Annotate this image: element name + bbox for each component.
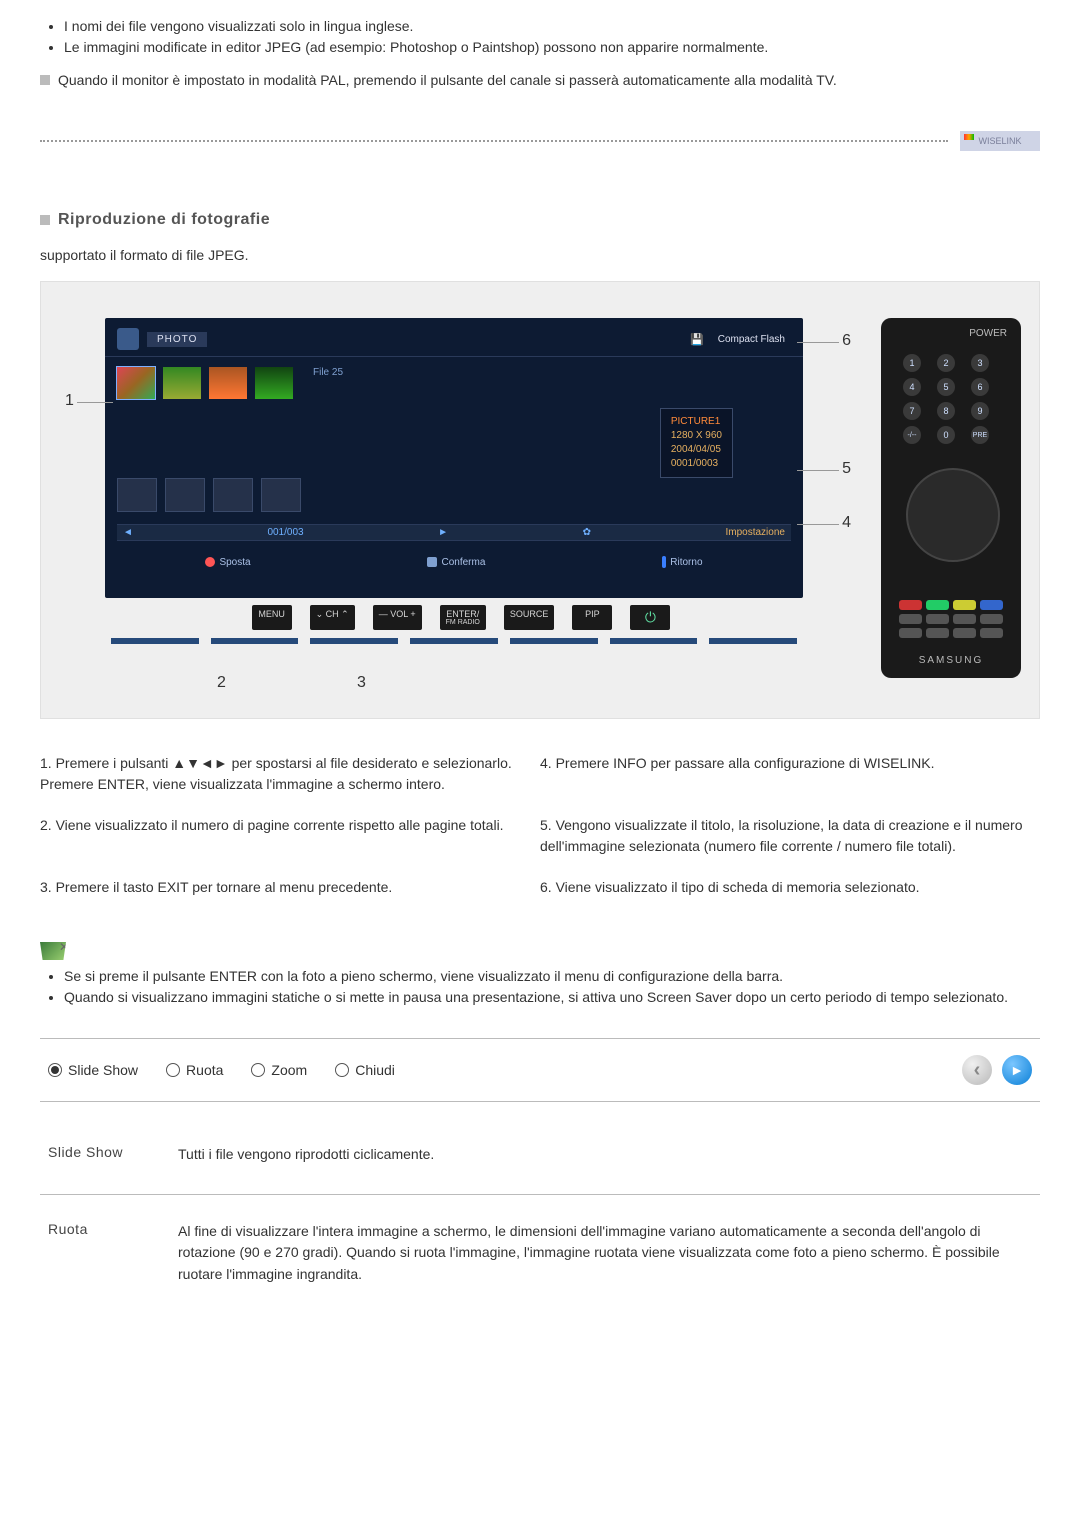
- pal-note-text: Quando il monitor è impostato in modalit…: [58, 70, 837, 91]
- info-resolution: 1280 X 960: [671, 429, 722, 443]
- remote-brand: SAMSUNG: [881, 655, 1021, 666]
- app-icon: [117, 328, 139, 350]
- callout-4: 4: [842, 514, 851, 532]
- thumbnail-empty: [117, 478, 157, 512]
- option-chiudi[interactable]: Chiudi: [335, 1062, 395, 1078]
- option-slide-show[interactable]: Slide Show: [48, 1062, 138, 1078]
- callout-1: 1: [65, 392, 74, 410]
- remote-button-row: MENU ⌄ CH ⌃ — VOL + ENTER/FM RADIO SOURC…: [59, 605, 863, 630]
- thumbnail-empty: [213, 478, 253, 512]
- square-bullet-icon: [40, 75, 50, 85]
- gear-icon: ✿: [583, 527, 591, 538]
- remote-source: SOURCE: [504, 605, 555, 630]
- remote-pip: PIP: [572, 605, 612, 630]
- remote-vol: — VOL +: [373, 605, 422, 630]
- definition-term: Ruota: [48, 1221, 178, 1286]
- remote-power-icon: ⏻: [630, 605, 670, 630]
- info-date: 2004/04/05: [671, 443, 722, 457]
- section-heading: Riproduzione di fotografie: [40, 211, 1040, 229]
- wiselink-chip-label: WISELINK: [978, 136, 1021, 146]
- confirm-icon: [427, 557, 437, 567]
- options-bar: Slide Show Ruota Zoom Chiudi ‹: [40, 1038, 1040, 1102]
- option-label: Zoom: [271, 1062, 307, 1078]
- control-conferma: Conferma: [441, 557, 485, 568]
- remote-power-label: POWER: [969, 328, 1007, 339]
- instruction-6: 6. Viene visualizzato il tipo di scheda …: [540, 871, 1040, 912]
- option-ruota[interactable]: Ruota: [166, 1062, 223, 1078]
- page-settings-label: Impostazione: [725, 527, 784, 538]
- option-label: Slide Show: [68, 1062, 138, 1078]
- thumbnail: [255, 367, 293, 399]
- definition-desc: Tutti i file vengono riprodotti ciclicam…: [178, 1144, 1032, 1166]
- mid-note-2: Quando si visualizzano immagini statiche…: [64, 987, 1040, 1008]
- folder-label: File 25: [313, 367, 343, 378]
- control-sposta: Sposta: [219, 557, 250, 568]
- remote-ch-down: ⌄ CH ⌃: [310, 605, 355, 630]
- definition-desc: Al fine di visualizzare l'intera immagin…: [178, 1221, 1032, 1286]
- figure-photo-browser: PHOTO 💾 Compact Flash File 25: [40, 281, 1040, 719]
- callout-2: 2: [217, 674, 226, 692]
- remote-menu: MENU: [252, 605, 292, 630]
- mid-note-1: Se si preme il pulsante ENTER con la fot…: [64, 966, 1040, 987]
- tv-screenshot: PHOTO 💾 Compact Flash File 25: [59, 300, 863, 700]
- radio-icon: [251, 1063, 265, 1077]
- instructions-table: 1. Premere i pulsanti ▲▼◄► per spostarsi…: [40, 747, 1040, 912]
- definition-term: Slide Show: [48, 1144, 178, 1166]
- dotted-line-icon: [40, 140, 948, 143]
- callout-3: 3: [357, 674, 366, 692]
- page-counter: 001/003: [267, 527, 303, 538]
- thumbnail: [117, 367, 155, 399]
- wiselink-chip: WISELINK: [960, 131, 1040, 151]
- instruction-4: 4. Premere INFO per passare alla configu…: [540, 747, 1040, 809]
- pal-note: Quando il monitor è impostato in modalit…: [40, 70, 1040, 91]
- instruction-1: 1. Premere i pulsanti ▲▼◄► per spostarsi…: [40, 747, 540, 809]
- control-ritorno: Ritorno: [670, 557, 702, 568]
- instruction-2: 2. Viene visualizzato il numero di pagin…: [40, 809, 540, 871]
- instruction-5: 5. Vengono visualizzate il titolo, la ri…: [540, 809, 1040, 871]
- move-icon: [205, 557, 215, 567]
- thumbnail: [163, 367, 201, 399]
- callout-6: 6: [842, 332, 851, 350]
- option-label: Chiudi: [355, 1062, 395, 1078]
- thumbnail: [209, 367, 247, 399]
- photo-info-box: PICTURE1 1280 X 960 2004/04/05 0001/0003: [660, 408, 733, 478]
- prev-button[interactable]: ‹: [962, 1055, 992, 1085]
- square-bullet-icon: [40, 215, 50, 225]
- mid-notes: Se si preme il pulsante ENTER con la fot…: [40, 942, 1040, 1008]
- top-note-2: Le immagini modificate in editor JPEG (a…: [64, 37, 1040, 58]
- return-icon: [662, 556, 666, 568]
- chevron-left-icon: ‹: [974, 1059, 981, 1082]
- top-note-1: I nomi dei file vengono visualizzati sol…: [64, 16, 1040, 37]
- remote-control-illustration: POWER 123 456 789 -/--0PRE SAMSUNG: [881, 318, 1021, 678]
- hint-strip: [105, 638, 803, 646]
- instruction-3: 3. Premere il tasto EXIT per tornare al …: [40, 871, 540, 912]
- top-notes-list: I nomi dei file vengono visualizzati sol…: [40, 16, 1040, 58]
- section-subheading: supportato il formato di file JPEG.: [40, 247, 1040, 263]
- thumbnail-empty: [261, 478, 301, 512]
- info-index: 0001/0003: [671, 457, 722, 471]
- media-label: Compact Flash: [712, 332, 791, 347]
- radio-icon: [48, 1063, 62, 1077]
- definition-ruota: Ruota Al fine di visualizzare l'intera i…: [40, 1205, 1040, 1314]
- note-banner-icon: [40, 942, 66, 960]
- page-prev-icon: ◄: [123, 527, 133, 538]
- page-next-icon: ►: [438, 527, 448, 538]
- thumbnail-empty: [165, 478, 205, 512]
- media-icon: 💾: [690, 333, 704, 346]
- option-label: Ruota: [186, 1062, 223, 1078]
- option-zoom[interactable]: Zoom: [251, 1062, 307, 1078]
- remote-dpad-icon: [906, 468, 1000, 562]
- divider-bar: WISELINK: [40, 131, 1040, 151]
- info-name: PICTURE1: [671, 415, 722, 429]
- photo-label: PHOTO: [147, 332, 207, 347]
- next-button[interactable]: [1002, 1055, 1032, 1085]
- definition-slide-show: Slide Show Tutti i file vengono riprodot…: [40, 1128, 1040, 1195]
- section-heading-text: Riproduzione di fotografie: [58, 211, 270, 229]
- radio-icon: [166, 1063, 180, 1077]
- remote-enter: ENTER/FM RADIO: [440, 605, 486, 630]
- callout-5: 5: [842, 460, 851, 478]
- radio-icon: [335, 1063, 349, 1077]
